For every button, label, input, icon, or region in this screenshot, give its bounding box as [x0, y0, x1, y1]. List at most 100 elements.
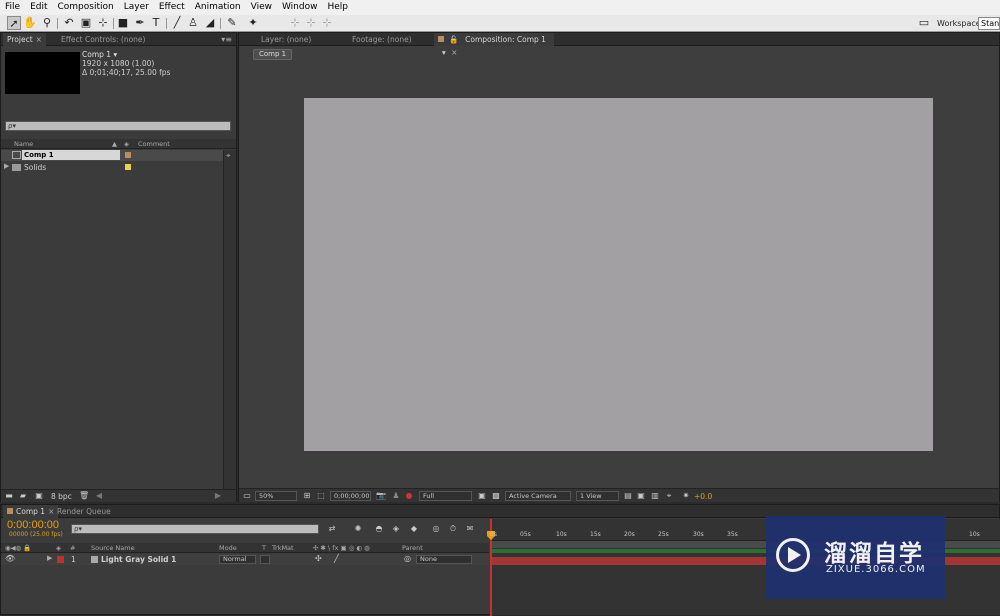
brush-tool-icon[interactable]: ╱	[170, 16, 184, 30]
hide-shy-layers-icon[interactable]: ◈	[391, 524, 401, 534]
rotate-tool-icon[interactable]: ↶	[62, 16, 76, 30]
label-color-swatch[interactable]	[125, 152, 131, 158]
expand-arrow-icon[interactable]: ▶	[47, 554, 52, 562]
timeline-icon[interactable]: ▥	[650, 491, 660, 501]
mask-visibility-icon[interactable]: ⬚	[316, 491, 326, 501]
flowchart-icon[interactable]: ⌖	[664, 491, 674, 501]
project-scrollbar[interactable]: ⌖	[223, 150, 236, 490]
tab-project[interactable]: Project ×	[3, 33, 46, 46]
hand-tool-icon[interactable]: ✋	[23, 16, 37, 30]
type-tool-icon[interactable]: T	[149, 16, 163, 30]
comp-mini-flowchart-icon[interactable]: ⇄	[327, 524, 337, 534]
frame-blending-icon[interactable]: ◆	[409, 524, 419, 534]
world-axis-icon[interactable]: ⊹	[304, 16, 318, 30]
tab-comp-1[interactable]: Comp 1 ×	[3, 505, 59, 518]
col-parent[interactable]: Parent	[402, 543, 423, 553]
show-snapshot-icon[interactable]: ♟	[391, 491, 401, 501]
chevron-down-icon[interactable]: ▾	[442, 48, 446, 57]
draft-3d-icon[interactable]: ◓	[374, 524, 384, 534]
comp-breadcrumb-button[interactable]: Comp 1	[253, 49, 293, 60]
lock-icon[interactable]: 🔓	[449, 35, 458, 44]
roto-brush-tool-icon[interactable]: ✎	[225, 16, 239, 30]
safe-zones-icon[interactable]: ⊞	[302, 491, 312, 501]
close-icon[interactable]: ×	[451, 48, 457, 57]
new-folder-icon[interactable]: ▰	[18, 491, 28, 501]
exposure-icon[interactable]: ✷	[681, 491, 691, 501]
tab-layer[interactable]: Layer: (none)	[257, 33, 315, 46]
workspace-toggle-icon[interactable]: ▭	[916, 16, 932, 30]
scroll-right-icon[interactable]: ▶	[213, 491, 223, 501]
menu-effect[interactable]: Effect	[154, 0, 190, 15]
magnification-select[interactable]: 50%	[255, 491, 297, 501]
col-name[interactable]: Name	[14, 139, 33, 149]
col-number[interactable]: #	[70, 543, 75, 553]
tab-render-queue[interactable]: Render Queue	[53, 505, 115, 518]
camera-view-select[interactable]: Active Camera	[505, 491, 571, 501]
menu-layer[interactable]: Layer	[119, 0, 154, 15]
menu-window[interactable]: Window	[277, 0, 323, 15]
interpret-footage-icon[interactable]: ▬	[4, 491, 14, 501]
bit-depth-button[interactable]: 8 bpc	[51, 492, 72, 501]
exposure-value[interactable]: +0.0	[694, 492, 712, 501]
graph-editor-icon[interactable]: ✉	[465, 524, 475, 534]
pick-whip-icon[interactable]: ◎	[404, 554, 411, 563]
rectangle-tool-icon[interactable]: ■	[116, 16, 130, 30]
project-search-input[interactable]: ρ▾	[5, 121, 231, 131]
snapshot-icon[interactable]: 📷	[376, 491, 386, 501]
parent-select[interactable]: None	[416, 555, 472, 564]
current-time-field[interactable]: 0;00;00;00	[330, 491, 371, 501]
shy-switch-icon[interactable]: ✣	[315, 554, 322, 563]
pen-tool-icon[interactable]: ✒	[133, 16, 147, 30]
tab-footage[interactable]: Footage: (none)	[348, 33, 416, 46]
always-preview-icon[interactable]: ▭	[242, 491, 252, 501]
menu-view[interactable]: View	[246, 0, 277, 15]
composition-canvas[interactable]	[304, 98, 933, 451]
transparency-grid-icon[interactable]: ▩	[491, 491, 501, 501]
col-t[interactable]: T	[262, 543, 266, 553]
selection-tool-icon[interactable]: ➚	[7, 16, 21, 30]
channel-icon[interactable]: ●	[404, 491, 414, 501]
live-update-icon[interactable]: ✺	[353, 524, 363, 534]
region-of-interest-icon[interactable]: ▣	[477, 491, 487, 501]
blend-mode-select[interactable]: Normal	[219, 555, 256, 564]
menu-composition[interactable]: Composition	[53, 0, 119, 15]
tab-effect-controls[interactable]: Effect Controls: (none)	[57, 33, 149, 46]
view-axis-icon[interactable]: ⊹	[320, 16, 334, 30]
eye-icon[interactable]: 👁	[5, 554, 15, 563]
fast-previews-icon[interactable]: ▣	[636, 491, 646, 501]
brainstorm-icon[interactable]: ⏱	[448, 524, 458, 534]
view-layout-select[interactable]: 1 View	[576, 491, 619, 501]
preserve-transparency-checkbox[interactable]	[260, 555, 270, 564]
clone-stamp-tool-icon[interactable]: ♙	[186, 16, 200, 30]
menu-edit[interactable]: Edit	[25, 0, 52, 15]
col-source-name[interactable]: Source Name	[91, 543, 135, 553]
toggle-pixel-aspect-icon[interactable]: ▤	[623, 491, 633, 501]
item-name[interactable]: Comp 1	[22, 150, 120, 160]
timeline-search-input[interactable]: ρ▾	[71, 524, 319, 534]
list-item[interactable]: ▶ Solids	[1, 162, 223, 173]
menu-file[interactable]: File	[0, 0, 25, 15]
table-row[interactable]: 👁 ▶ 1 Light Gray Solid 1 Normal ✣ ╱ ◎ No…	[1, 554, 489, 565]
eraser-tool-icon[interactable]: ◢	[203, 16, 217, 30]
current-time-display[interactable]: 0:00:00:00	[7, 519, 59, 531]
menu-animation[interactable]: Animation	[190, 0, 246, 15]
trash-icon[interactable]: 🗑	[79, 491, 89, 501]
item-name[interactable]: Solids	[24, 163, 46, 172]
label-color-swatch[interactable]	[125, 164, 131, 170]
menu-help[interactable]: Help	[322, 0, 353, 15]
list-item[interactable]: Comp 1	[1, 150, 223, 161]
resolution-select[interactable]: Full	[419, 491, 472, 501]
col-trkmat[interactable]: TrkMat	[272, 543, 294, 553]
pan-behind-tool-icon[interactable]: ⊹	[96, 16, 110, 30]
comp-info-name[interactable]: Comp 1 ▾	[82, 50, 117, 59]
workspace-select[interactable]: Stand	[978, 17, 1000, 30]
col-comment[interactable]: Comment	[138, 139, 170, 149]
camera-tool-icon[interactable]: ▣	[79, 16, 93, 30]
axis-mode-icon[interactable]: ⊹	[288, 16, 302, 30]
zoom-tool-icon[interactable]: ⚲	[40, 16, 54, 30]
motion-blur-icon[interactable]: ◎	[431, 524, 441, 534]
tab-composition[interactable]: 🔓 Composition: Comp 1 ▾ ×	[434, 33, 554, 57]
scroll-left-icon[interactable]: ◀	[94, 491, 104, 501]
new-comp-icon[interactable]: ▣	[34, 491, 44, 501]
puppet-pin-tool-icon[interactable]: ✦	[246, 16, 260, 30]
